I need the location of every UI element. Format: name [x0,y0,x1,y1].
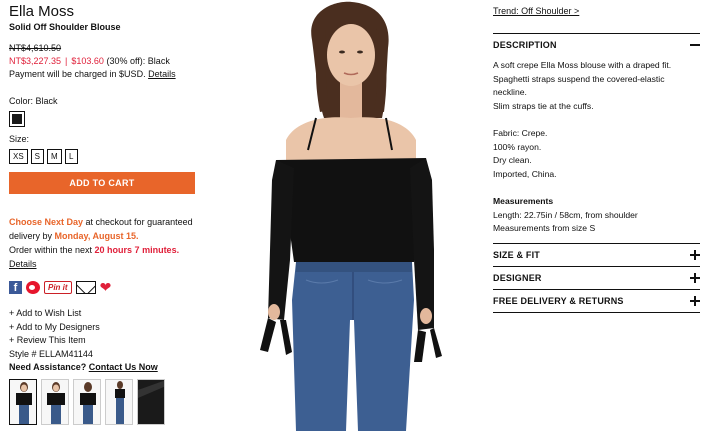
color-swatch-black[interactable] [9,111,25,127]
email-icon[interactable] [75,280,96,294]
designer-title: DESIGNER [493,273,542,284]
measurements-title: Measurements [493,195,554,206]
designer-section: DESIGNER [493,266,700,289]
thumbnail-2[interactable] [41,379,69,425]
description-header[interactable]: DESCRIPTION [493,34,700,56]
size-selector: XS S M L [9,149,199,164]
order-within-text: Order within the next [9,245,95,255]
product-actions: + Add to Wish List + Add to My Designers… [9,307,199,375]
size-fit-section: SIZE & FIT [493,243,700,266]
weibo-icon[interactable] [26,280,40,294]
sale-price-line: NT$3,227.35 | $103.60 (30% off): Black [9,56,199,66]
price-separator: | [65,56,68,66]
delivery-returns-header[interactable]: FREE DELIVERY & RETURNS [493,290,700,312]
section-divider [493,312,700,314]
fabric-line: 100% rayon. [493,141,542,152]
description-line: A soft crepe Ella Moss blouse with a dra… [493,60,672,70]
add-to-designers-link[interactable]: + Add to My Designers [9,321,199,335]
countdown-time: 20 hours 7 minutes. [94,245,180,255]
original-price: NT$4,610.50 [9,43,62,53]
size-fit-header[interactable]: SIZE & FIT [493,244,700,266]
fabric-text: Fabric: Crepe. 100% rayon. Dry clean. Im… [493,127,700,181]
delivery-date: Monday, August 15. [54,231,139,241]
expand-icon[interactable] [690,296,700,307]
swatch-fill [12,114,22,124]
facebook-icon[interactable]: f [9,280,22,294]
size-option-xs[interactable]: XS [9,149,28,164]
description-title: DESCRIPTION [493,40,557,50]
thumbnail-4[interactable] [105,379,133,425]
thumbnail-strip [9,379,165,425]
style-number: Style # ELLAM41144 [9,348,93,359]
color-label: Color: Black [9,96,58,106]
expand-icon[interactable] [690,273,700,284]
delivery-info: Choose Next Day at checkout for guarante… [9,215,199,271]
fabric-line: Imported, China. [493,168,557,179]
payment-note-text: Payment will be charged in $USD. [9,69,146,79]
measurements-text: Measurements Length: 22.75in / 58cm, fro… [493,195,700,236]
trend-link[interactable]: Trend: Off Shoulder > [493,6,700,16]
delivery-returns-section: FREE DELIVERY & RETURNS [493,289,700,312]
size-label: Size: [9,134,30,144]
description-body: A soft crepe Ella Moss blouse with a dra… [493,59,700,236]
product-image[interactable] [246,0,458,431]
size-option-m[interactable]: M [47,149,62,164]
social-share-bar: f Pin it ❤ [9,279,199,295]
thumbnail-3[interactable] [73,379,101,425]
brand-name[interactable]: Ella Moss [9,3,199,21]
product-title: Solid Off Shoulder Blouse [9,22,121,32]
designer-header[interactable]: DESIGNER [493,267,700,289]
delivery-details-link[interactable]: Details [9,259,37,269]
fabric-line: Fabric: Crepe. [493,127,548,138]
size-fit-title: SIZE & FIT [493,250,540,261]
payment-details-link[interactable]: Details [148,69,176,79]
assistance-line: Need Assistance? Contact Us Now [9,361,199,375]
description-line: Spaghetti straps suspend the covered-ela… [493,73,665,98]
payment-note: Payment will be charged in $USD. Details [9,69,199,79]
pinterest-icon[interactable]: Pin it [44,280,72,294]
assistance-label: Need Assistance? [9,362,87,372]
choose-next-day[interactable]: Choose Next Day [9,217,83,227]
contact-us-link[interactable]: Contact Us Now [89,362,158,372]
add-to-cart-button[interactable]: ADD TO CART [9,172,195,194]
sale-price-local: NT$3,227.35 [9,56,62,66]
expand-icon[interactable] [690,250,700,261]
sale-price-usd: $103.60 [71,56,104,66]
thumbnail-1[interactable] [9,379,37,425]
measurement-line: Length: 22.75in / 58cm, from shoulder [493,209,638,220]
add-to-wishlist-link[interactable]: + Add to Wish List [9,307,199,321]
size-option-s[interactable]: S [30,149,45,164]
heart-icon[interactable]: ❤ [100,280,112,294]
product-details-panel: Trend: Off Shoulder > DESCRIPTION A soft… [493,0,700,314]
size-option-l[interactable]: L [64,149,78,164]
product-info: Ella Moss Solid Off Shoulder Blouse NT$4… [9,0,199,375]
fabric-line: Dry clean. [493,155,532,166]
collapse-icon[interactable] [690,40,700,50]
description-line: Slim straps tie at the cuffs. [493,100,594,111]
description-text: A soft crepe Ella Moss blouse with a dra… [493,59,700,113]
thumbnail-5[interactable] [137,379,165,425]
promo-suffix: (30% off): Black [106,56,170,66]
delivery-returns-title: FREE DELIVERY & RETURNS [493,296,624,307]
review-item-link[interactable]: + Review This Item [9,334,199,348]
measurement-line: Measurements from size S [493,223,596,234]
description-section: DESCRIPTION A soft crepe Ella Moss blous… [493,33,700,236]
